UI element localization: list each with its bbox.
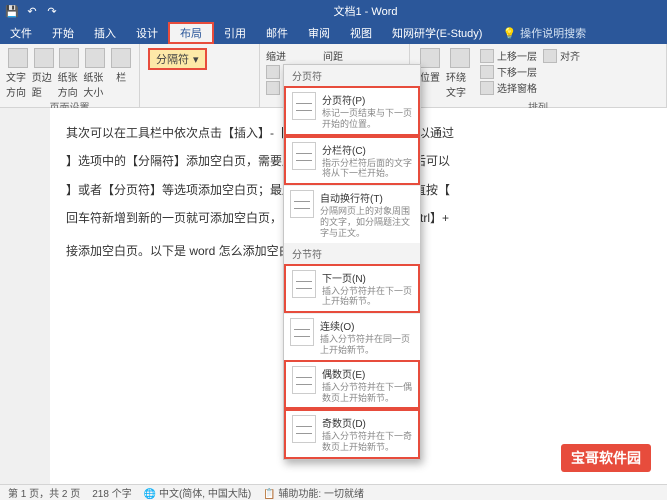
dd-item-text-wrap[interactable]: 自动换行符(T)分隔网页上的对象周围的文字，如分隔题注文字与正文。 [284, 185, 420, 242]
column-break-icon [292, 142, 316, 170]
tab-home[interactable]: 开始 [42, 22, 84, 44]
undo-icon[interactable]: ↶ [26, 5, 38, 17]
bring-forward-button[interactable]: 上移一层 [480, 48, 537, 63]
indent-label: 缩进 [266, 48, 315, 63]
chevron-down-icon: ▾ [193, 53, 199, 66]
tab-estudy[interactable]: 知网研学(E-Study) [382, 22, 492, 44]
document-title: 文档1 - Word [64, 3, 667, 19]
dd-item-column-break[interactable]: 分栏符(C)指示分栏符后面的文字将从下一栏开始。 [284, 136, 420, 186]
even-page-icon [292, 366, 316, 394]
dd-item-odd-page[interactable]: 奇数页(D)插入分节符并在下一奇数页上开始新节。 [284, 409, 420, 459]
orientation-button[interactable]: 纸张方向 [58, 48, 82, 99]
tab-layout[interactable]: 布局 [168, 22, 214, 44]
group-arrange: 位置 环绕文字 上移一层 下移一层 选择窗格 对齐 排列 [410, 44, 667, 107]
odd-page-icon [292, 415, 316, 443]
status-word-count[interactable]: 218 个字 [92, 485, 131, 500]
save-icon[interactable]: 💾 [6, 5, 18, 17]
title-bar: 💾 ↶ ↷ 文档1 - Word [0, 0, 667, 22]
dd-item-even-page[interactable]: 偶数页(E)插入分节符并在下一偶数页上开始新节。 [284, 360, 420, 410]
next-page-icon [292, 270, 316, 298]
group-breaks-container: 分隔符 ▾ 分页符 分页符(P)标记一页结束与下一页开始的位置。 分栏符(C)指… [140, 44, 260, 107]
tab-insert[interactable]: 插入 [84, 22, 126, 44]
group-page-setup: 文字方向 页边距 纸张方向 纸张大小 栏 页面设置 [0, 44, 140, 107]
indent-left-icon [266, 65, 280, 79]
tab-view[interactable]: 视图 [340, 22, 382, 44]
tab-references[interactable]: 引用 [214, 22, 256, 44]
status-language[interactable]: 🌐 中文(简体, 中国大陆) [144, 485, 251, 500]
size-button[interactable]: 纸张大小 [83, 48, 107, 99]
tab-mailings[interactable]: 邮件 [256, 22, 298, 44]
breaks-dropdown-button[interactable]: 分隔符 ▾ [148, 48, 207, 70]
page-break-icon [292, 92, 316, 120]
breaks-dropdown-menu: 分页符 分页符(P)标记一页结束与下一页开始的位置。 分栏符(C)指示分栏符后面… [283, 64, 421, 460]
spacing-label: 间距 [323, 48, 372, 63]
dd-section-section-breaks: 分节符 [284, 243, 420, 264]
dd-item-next-page[interactable]: 下一页(N)插入分节符并在下一页上开始新节。 [284, 264, 420, 314]
indent-right-icon [266, 81, 280, 95]
continuous-icon [290, 318, 314, 346]
align-button[interactable]: 对齐 [543, 48, 580, 63]
text-wrap-icon [290, 190, 314, 218]
dd-section-page-breaks: 分页符 [284, 65, 420, 86]
margins-button[interactable]: 页边距 [32, 48, 56, 99]
dd-item-page-break[interactable]: 分页符(P)标记一页结束与下一页开始的位置。 [284, 86, 420, 136]
dd-item-continuous[interactable]: 连续(O)插入分节符并在同一页上开始新节。 [284, 313, 420, 360]
lightbulb-icon: 💡 [502, 27, 516, 40]
status-accessibility[interactable]: 📋 辅助功能: 一切就绪 [263, 485, 364, 500]
redo-icon[interactable]: ↷ [46, 5, 58, 17]
status-bar: 第 1 页，共 2 页 218 个字 🌐 中文(简体, 中国大陆) 📋 辅助功能… [0, 484, 667, 500]
menu-bar: 文件 开始 插入 设计 布局 引用 邮件 审阅 视图 知网研学(E-Study)… [0, 22, 667, 44]
tab-file[interactable]: 文件 [0, 22, 42, 44]
tell-me[interactable]: 💡 操作说明搜索 [502, 25, 586, 41]
status-page[interactable]: 第 1 页，共 2 页 [8, 485, 80, 500]
send-backward-button[interactable]: 下移一层 [480, 64, 537, 79]
text-direction-button[interactable]: 文字方向 [6, 48, 30, 99]
columns-button[interactable]: 栏 [109, 48, 133, 99]
tab-design[interactable]: 设计 [126, 22, 168, 44]
ribbon: 文字方向 页边距 纸张方向 纸张大小 栏 页面设置 分隔符 ▾ 分页符 分页符(… [0, 44, 667, 108]
tab-review[interactable]: 审阅 [298, 22, 340, 44]
selection-pane-button[interactable]: 选择窗格 [480, 80, 537, 95]
wrap-text-button[interactable]: 环绕文字 [446, 48, 474, 99]
watermark-badge: 宝哥软件园 [561, 444, 651, 472]
